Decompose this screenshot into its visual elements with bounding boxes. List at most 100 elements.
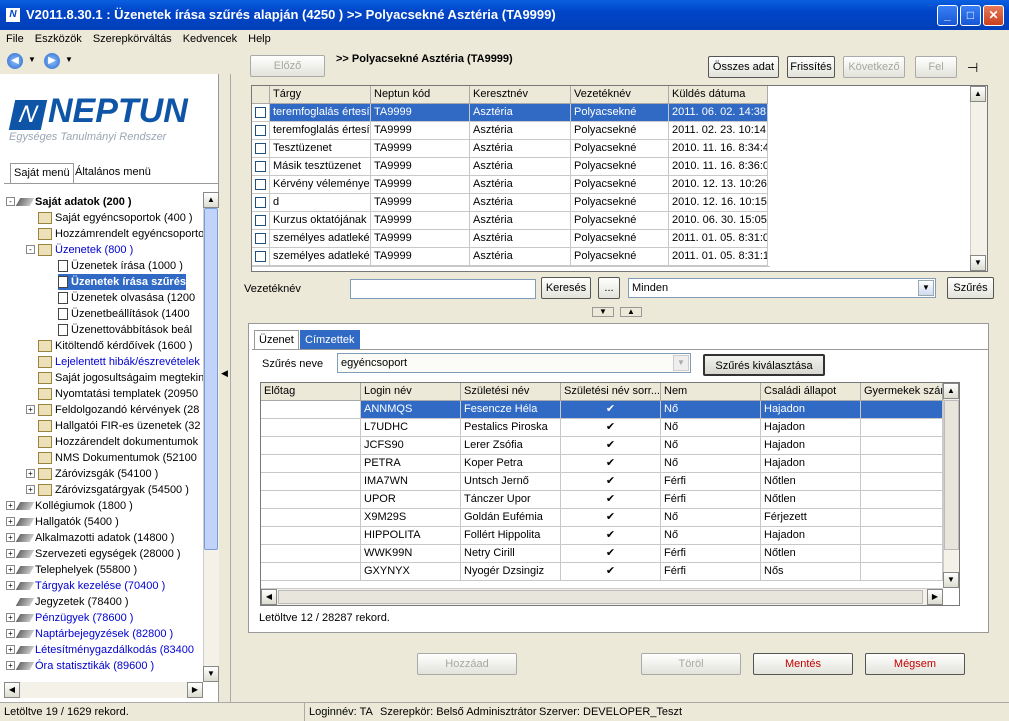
- column-header[interactable]: Előtag: [261, 383, 361, 401]
- table-cell[interactable]: HIPPOLITA: [361, 527, 461, 545]
- tree-item[interactable]: Létesítménygazdálkodás (83400: [15, 642, 194, 658]
- tree-item[interactable]: Kitöltendő kérdőívek (1600 ): [38, 338, 193, 354]
- table-cell[interactable]: [261, 455, 361, 473]
- tree-item[interactable]: Hallgatói FIR-es üzenetek (32: [38, 418, 201, 434]
- filter-name-select[interactable]: egyéncsoport ▼: [337, 353, 691, 373]
- tab-message[interactable]: Üzenet: [254, 330, 299, 349]
- table-cell[interactable]: GXYNYX: [361, 563, 461, 581]
- row-checkbox[interactable]: [255, 161, 266, 172]
- table-cell[interactable]: ✔: [561, 437, 661, 455]
- table-cell[interactable]: L7UDHC: [361, 419, 461, 437]
- table-cell[interactable]: JCFS90: [361, 437, 461, 455]
- table-cell[interactable]: Asztéria: [470, 176, 571, 194]
- expand-icon[interactable]: +: [6, 549, 15, 558]
- column-header[interactable]: Születési név: [461, 383, 561, 401]
- table-cell[interactable]: Asztéria: [470, 122, 571, 140]
- table-cell[interactable]: teremfoglalás értesítő: [270, 104, 371, 122]
- scroll-right-icon[interactable]: ▶: [927, 589, 943, 605]
- scroll-down-icon[interactable]: ▼: [970, 255, 986, 271]
- prev-button[interactable]: Előző: [250, 55, 325, 77]
- row-checkbox[interactable]: [255, 197, 266, 208]
- table-cell[interactable]: Goldán Eufémia: [461, 509, 561, 527]
- scroll-down-icon[interactable]: ▼: [943, 572, 959, 588]
- table-cell[interactable]: [861, 473, 943, 491]
- table-cell[interactable]: Másik tesztüzenet: [270, 158, 371, 176]
- table-cell[interactable]: ✔: [561, 563, 661, 581]
- table-cell[interactable]: Polyacsekné: [571, 248, 669, 266]
- table-cell[interactable]: Nő: [661, 437, 761, 455]
- collapse-up-icon[interactable]: ▲: [620, 307, 642, 317]
- tree-scroll-thumb[interactable]: [204, 208, 218, 550]
- expand-icon[interactable]: +: [6, 629, 15, 638]
- chevron-down-icon[interactable]: ▼: [918, 280, 934, 296]
- menu-role-switch[interactable]: Szerepkörváltás: [93, 33, 172, 45]
- all-data-button[interactable]: Összes adat: [708, 56, 779, 78]
- table-cell[interactable]: Hajadon: [761, 455, 861, 473]
- table-cell[interactable]: Polyacsekné: [571, 122, 669, 140]
- table-cell[interactable]: Lerer Zsófia: [461, 437, 561, 455]
- row-selector[interactable]: [252, 158, 270, 176]
- collapse-icon[interactable]: -: [26, 245, 35, 254]
- table-cell[interactable]: Follért Hippolita: [461, 527, 561, 545]
- tree-item[interactable]: Üzenetbeállítások (1400: [58, 306, 190, 322]
- menu-favorites[interactable]: Kedvencek: [183, 33, 237, 45]
- panel-splitter[interactable]: [219, 74, 231, 702]
- tab-general-menu[interactable]: Általános menü: [72, 163, 154, 183]
- table-cell[interactable]: 2011. 01. 05. 8:31:0: [669, 230, 768, 248]
- tree-item[interactable]: Nyomtatási templatek (20950: [38, 386, 198, 402]
- column-header[interactable]: Neptun kód: [371, 86, 470, 104]
- ellipsis-button[interactable]: ...: [598, 277, 620, 299]
- table-cell[interactable]: TA9999: [371, 248, 470, 266]
- table-cell[interactable]: [861, 419, 943, 437]
- horizontal-scroll-thumb[interactable]: [278, 590, 923, 604]
- table-cell[interactable]: Nyogér Dzsingiz: [461, 563, 561, 581]
- table-cell[interactable]: 2010. 11. 16. 8:34:4: [669, 140, 768, 158]
- back-arrow-icon[interactable]: ◀: [7, 53, 23, 69]
- tree-item[interactable]: Saját jogosultságaim megtekin: [38, 370, 204, 386]
- table-cell[interactable]: Kérvény véleményezé: [270, 176, 371, 194]
- table-cell[interactable]: Nő: [661, 509, 761, 527]
- table-cell[interactable]: 2010. 12. 13. 10:26:: [669, 176, 768, 194]
- row-checkbox[interactable]: [255, 125, 266, 136]
- table-cell[interactable]: TA9999: [371, 158, 470, 176]
- table-cell[interactable]: [861, 563, 943, 581]
- table-cell[interactable]: d: [270, 194, 371, 212]
- table-cell[interactable]: TA9999: [371, 140, 470, 158]
- tree-item[interactable]: Saját egyéncsoportok (400 ): [38, 210, 193, 226]
- table-cell[interactable]: Nő: [661, 455, 761, 473]
- filter-button[interactable]: Szűrés: [947, 277, 994, 299]
- expand-icon[interactable]: +: [6, 613, 15, 622]
- column-header[interactable]: Családi állapot: [761, 383, 861, 401]
- forward-dropdown-icon[interactable]: ▼: [65, 55, 73, 64]
- table-cell[interactable]: Koper Petra: [461, 455, 561, 473]
- table-cell[interactable]: Asztéria: [470, 230, 571, 248]
- column-header[interactable]: Keresztnév: [470, 86, 571, 104]
- table-cell[interactable]: Asztéria: [470, 158, 571, 176]
- tree-item[interactable]: Feldolgozandó kérvények (28: [38, 402, 199, 418]
- table-cell[interactable]: [261, 437, 361, 455]
- maximize-button[interactable]: □: [960, 5, 981, 26]
- column-header[interactable]: Nem: [661, 383, 761, 401]
- table-cell[interactable]: Férfi: [661, 491, 761, 509]
- table-cell[interactable]: Nő: [661, 527, 761, 545]
- table-cell[interactable]: személyes adatlekérd: [270, 248, 371, 266]
- table-cell[interactable]: 2011. 06. 02. 14:38:: [669, 104, 768, 122]
- tree-item[interactable]: NMS Dokumentumok (52100: [38, 450, 197, 466]
- expand-down-icon[interactable]: ▼: [592, 307, 614, 317]
- table-cell[interactable]: Nő: [661, 401, 761, 419]
- collapse-icon[interactable]: -: [6, 197, 15, 206]
- table-cell[interactable]: Nős: [761, 563, 861, 581]
- minimize-button[interactable]: _: [937, 5, 958, 26]
- tree-item[interactable]: Pénzügyek (78600 ): [15, 610, 133, 626]
- tab-recipients[interactable]: Címzettek: [300, 330, 360, 349]
- collapse-left-icon[interactable]: ◀: [221, 368, 229, 378]
- table-cell[interactable]: Nő: [661, 419, 761, 437]
- table-cell[interactable]: Polyacsekné: [571, 230, 669, 248]
- refresh-button[interactable]: Frissítés: [787, 56, 835, 78]
- table-cell[interactable]: ✔: [561, 509, 661, 527]
- table-cell[interactable]: [261, 563, 361, 581]
- menu-tools[interactable]: Eszközök: [35, 33, 82, 45]
- table-cell[interactable]: [861, 527, 943, 545]
- table-cell[interactable]: [261, 491, 361, 509]
- table-cell[interactable]: [261, 473, 361, 491]
